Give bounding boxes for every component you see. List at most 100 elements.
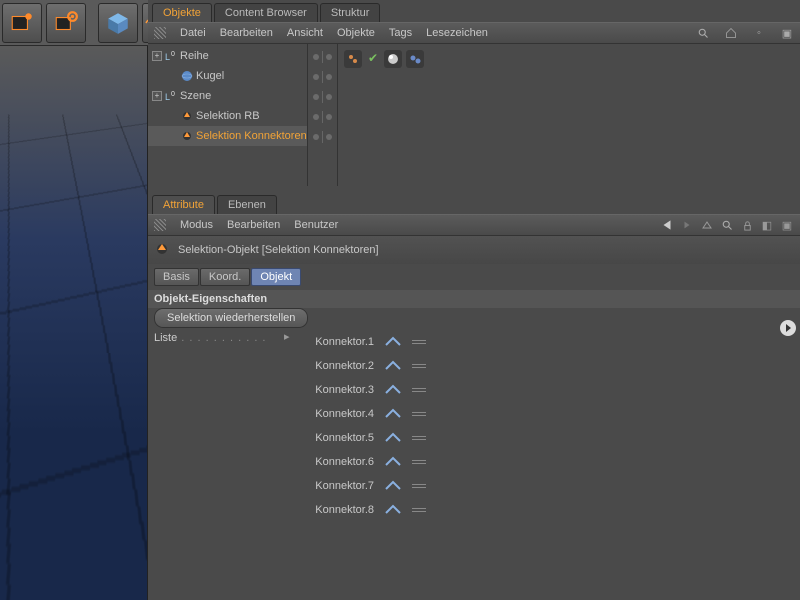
nav-up-icon[interactable] <box>700 218 714 232</box>
vis-dot[interactable] <box>313 54 319 60</box>
render-button[interactable] <box>2 3 42 43</box>
list-item[interactable]: Konnektor.5 <box>294 426 794 450</box>
list-item[interactable]: Konnektor.3 <box>294 378 794 402</box>
menu-bearbeiten[interactable]: Bearbeiten <box>220 27 273 39</box>
drag-handle-icon[interactable] <box>412 460 426 464</box>
render-settings-button[interactable] <box>46 3 86 43</box>
object-visibility-column <box>308 44 338 186</box>
tree-label: Szene <box>180 90 211 102</box>
selection-icon <box>180 129 194 143</box>
menu-modus[interactable]: Modus <box>180 219 213 231</box>
menu-benutzer[interactable]: Benutzer <box>294 219 338 231</box>
vis-dot[interactable] <box>326 54 332 60</box>
tag-icon[interactable] <box>344 50 362 68</box>
vis-dot[interactable] <box>326 134 332 140</box>
svg-text:0: 0 <box>171 51 175 58</box>
panel-grip[interactable] <box>154 219 166 231</box>
list-item[interactable]: Konnektor.7 <box>294 474 794 498</box>
tree-row-szene[interactable]: + L0 Szene <box>148 86 307 106</box>
selection-object-icon <box>154 241 172 259</box>
drag-handle-icon[interactable] <box>412 484 426 488</box>
list-item-label: Konnektor.5 <box>294 432 374 444</box>
list-item[interactable]: Konnektor.8 <box>294 498 794 522</box>
menu-tags[interactable]: Tags <box>389 27 412 39</box>
list-item[interactable]: Konnektor.4 <box>294 402 794 426</box>
viewport[interactable] <box>0 46 148 600</box>
checkmark-icon: ✔ <box>366 50 380 68</box>
list-item[interactable]: Konnektor.1 <box>294 330 794 354</box>
panel-grip[interactable] <box>154 27 166 39</box>
eye-icon[interactable]: ◦ <box>752 26 766 40</box>
subtab-objekt[interactable]: Objekt <box>251 268 301 286</box>
tag-icon[interactable] <box>406 50 424 68</box>
list-item[interactable]: Konnektor.2 <box>294 354 794 378</box>
drag-handle-icon[interactable] <box>412 388 426 392</box>
attribute-body: Selektion-Objekt [Selektion Konnektoren]… <box>148 236 800 600</box>
vis-dot[interactable] <box>313 94 319 100</box>
drag-handle-icon[interactable] <box>412 508 426 512</box>
tab-attribute[interactable]: Attribute <box>152 195 215 214</box>
object-manager-tabs: Objekte Content Browser Struktur <box>148 0 800 22</box>
tree-row-selektion-rb[interactable]: Selektion RB <box>148 106 307 126</box>
nav-fwd-icon[interactable] <box>680 218 694 232</box>
expand-icon[interactable]: + <box>152 51 162 61</box>
connector-icon <box>384 359 402 373</box>
scroll-right-icon[interactable] <box>780 320 796 336</box>
home-icon[interactable] <box>724 26 738 40</box>
list-item-label: Konnektor.2 <box>294 360 374 372</box>
viewport-grid <box>0 46 148 114</box>
tab-content-browser[interactable]: Content Browser <box>214 3 318 22</box>
tree-row-reihe[interactable]: + L0 Reihe <box>148 46 307 66</box>
search-icon[interactable] <box>720 218 734 232</box>
selection-icon <box>180 109 194 123</box>
new-window-icon[interactable]: ◧ <box>760 218 774 232</box>
subtab-basis[interactable]: Basis <box>154 268 199 286</box>
vis-dot[interactable] <box>326 74 332 80</box>
maximize-icon[interactable]: ▣ <box>780 26 794 40</box>
drag-handle-icon[interactable] <box>412 436 426 440</box>
drag-handle-icon[interactable] <box>412 364 426 368</box>
vis-dot[interactable] <box>326 94 332 100</box>
vis-dot[interactable] <box>313 114 319 120</box>
vis-dot[interactable] <box>313 134 319 140</box>
tab-objekte[interactable]: Objekte <box>152 3 212 22</box>
attribute-object-title: Selektion-Objekt [Selektion Konnektoren] <box>178 244 379 256</box>
tab-ebenen[interactable]: Ebenen <box>217 195 277 214</box>
menu-bearbeiten[interactable]: Bearbeiten <box>227 219 280 231</box>
restore-selection-button[interactable]: Selektion wiederherstellen <box>154 308 308 328</box>
tag-icon[interactable] <box>384 50 402 68</box>
search-icon[interactable] <box>696 26 710 40</box>
drag-handle-icon[interactable] <box>412 412 426 416</box>
tree-row-selektion-konnektoren[interactable]: Selektion Konnektoren <box>148 126 307 146</box>
vis-dot[interactable] <box>313 74 319 80</box>
liste-items: Konnektor.1 Konnektor.2 Konnektor.3 Konnekt… <box>294 330 794 522</box>
object-manager-menubar: Datei Bearbeiten Ansicht Objekte Tags Le… <box>148 22 800 44</box>
svg-text:L: L <box>165 52 170 62</box>
vis-dot[interactable] <box>326 114 332 120</box>
attribute-manager-tabs: Attribute Ebenen <box>148 192 800 214</box>
nav-back-icon[interactable] <box>660 218 674 232</box>
lock-icon[interactable] <box>740 218 754 232</box>
list-expand-icon[interactable]: ▸ <box>284 330 294 522</box>
menu-objekte[interactable]: Objekte <box>337 27 375 39</box>
menu-lesezeichen[interactable]: Lesezeichen <box>426 27 488 39</box>
connector-icon <box>384 455 402 469</box>
tree-row-kugel[interactable]: Kugel <box>148 66 307 86</box>
expand-icon[interactable]: + <box>152 91 162 101</box>
maximize-icon[interactable]: ▣ <box>780 218 794 232</box>
object-tags-area[interactable]: ✔ <box>338 44 800 186</box>
tree-label: Kugel <box>196 70 224 82</box>
tab-struktur[interactable]: Struktur <box>320 3 381 22</box>
list-item[interactable]: Konnektor.6 <box>294 450 794 474</box>
menu-datei[interactable]: Datei <box>180 27 206 39</box>
attribute-manager-menubar: Modus Bearbeiten Benutzer ◧ ▣ <box>148 214 800 236</box>
list-item-label: Konnektor.8 <box>294 504 374 516</box>
list-item-label: Konnektor.3 <box>294 384 374 396</box>
primitive-cube-button[interactable] <box>98 3 138 43</box>
subtab-koord[interactable]: Koord. <box>200 268 250 286</box>
drag-handle-icon[interactable] <box>412 340 426 344</box>
attribute-subtabs: Basis Koord. Objekt <box>148 264 800 290</box>
svg-text:L: L <box>165 92 170 102</box>
attribute-header: Selektion-Objekt [Selektion Konnektoren] <box>148 236 800 264</box>
menu-ansicht[interactable]: Ansicht <box>287 27 323 39</box>
